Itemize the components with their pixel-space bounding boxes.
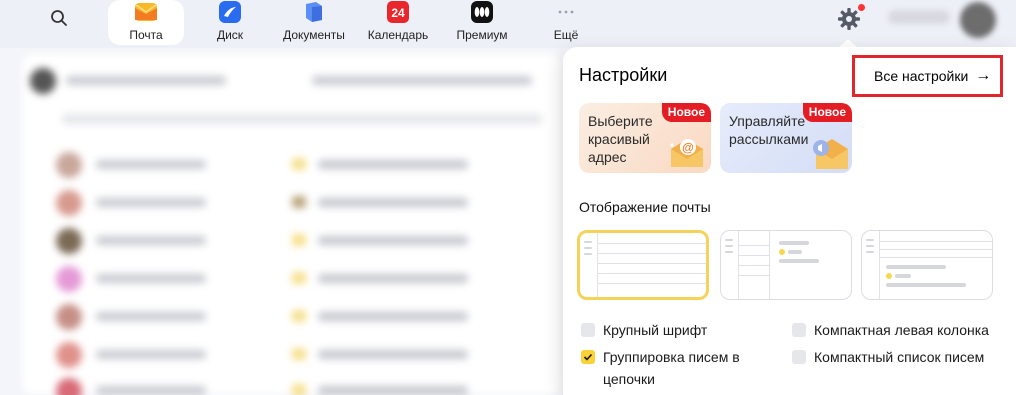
list-item (56, 190, 556, 216)
calendar-icon: 24 (386, 0, 410, 24)
option-large-font[interactable]: Крупный шрифт (581, 319, 707, 341)
list-item (56, 266, 556, 292)
user-name[interactable] (888, 10, 950, 24)
checkbox[interactable] (792, 323, 806, 337)
app-calendar-label: Календарь (367, 28, 429, 42)
list-item (56, 228, 556, 254)
more-icon (554, 0, 578, 24)
svg-text:@: @ (682, 141, 694, 155)
envelope-at-icon: @ (670, 139, 703, 167)
app-mail[interactable]: Почта (108, 0, 184, 45)
option-thread-grouping[interactable]: Группировка писем в цепочки (581, 346, 771, 390)
settings-title: Настройки (579, 65, 668, 85)
checkbox[interactable] (581, 323, 595, 337)
documents-icon (302, 0, 326, 24)
search-icon (51, 10, 67, 26)
all-settings-link[interactable]: Все настройки → (852, 55, 1003, 97)
notification-dot (857, 3, 866, 12)
all-settings-label: Все настройки (874, 68, 969, 84)
new-badge: Новое (802, 103, 852, 122)
list-item (56, 304, 556, 330)
premium-icon (470, 0, 494, 24)
app-disk[interactable]: Диск (192, 0, 268, 46)
checkmark-icon (583, 353, 593, 361)
arrow-right-icon: → (975, 67, 992, 84)
app-premium[interactable]: Премиум (444, 0, 520, 46)
app-calendar[interactable]: 24 Календарь (360, 0, 436, 46)
app-mail-label: Почта (129, 28, 163, 42)
layout-option-list[interactable] (577, 230, 709, 300)
disk-icon (218, 0, 242, 24)
promo-text: Выберите красивый адрес (588, 113, 653, 165)
app-documents-label: Документы (283, 28, 345, 42)
search-button[interactable] (44, 6, 74, 30)
app-more[interactable]: Ещё (528, 0, 604, 46)
app-more-label: Ещё (553, 28, 579, 42)
promo-manage-newsletters[interactable]: Управляйте рассылками Новое (720, 103, 852, 173)
mail-icon (134, 0, 158, 24)
avatar[interactable] (960, 2, 996, 38)
calendar-badge: 24 (391, 6, 405, 20)
list-item (56, 152, 556, 178)
settings-popover: Настройки Все настройки → Выберите краси… (563, 47, 1016, 395)
option-label: Группировка писем в цепочки (603, 349, 740, 387)
app-premium-label: Премиум (456, 28, 508, 42)
option-compact-message-list[interactable]: Компактный список писем (792, 346, 984, 368)
app-documents[interactable]: Документы (276, 0, 352, 46)
option-label: Компактный список писем (814, 349, 985, 365)
option-label: Компактная левая колонка (814, 322, 989, 338)
new-badge: Новое (661, 103, 711, 122)
envelope-megaphone-icon (813, 139, 848, 169)
checkbox-checked[interactable] (581, 350, 595, 364)
mail-display-title: Отображение почты (579, 199, 711, 215)
top-bar: Почта Диск Документы 24 Календарь Премиу… (0, 0, 1016, 48)
app-disk-label: Диск (216, 28, 244, 42)
option-compact-left-column[interactable]: Компактная левая колонка (792, 319, 989, 341)
list-item (56, 378, 556, 395)
list-item (56, 342, 556, 368)
layout-option-split-horizontal[interactable] (861, 230, 993, 300)
checkbox[interactable] (792, 350, 806, 364)
layout-option-split-vertical[interactable] (720, 230, 852, 300)
promo-text: Управляйте рассылками (729, 113, 809, 147)
promo-choose-address[interactable]: Выберите красивый адрес Новое @ (579, 103, 711, 173)
option-label: Крупный шрифт (603, 322, 708, 338)
